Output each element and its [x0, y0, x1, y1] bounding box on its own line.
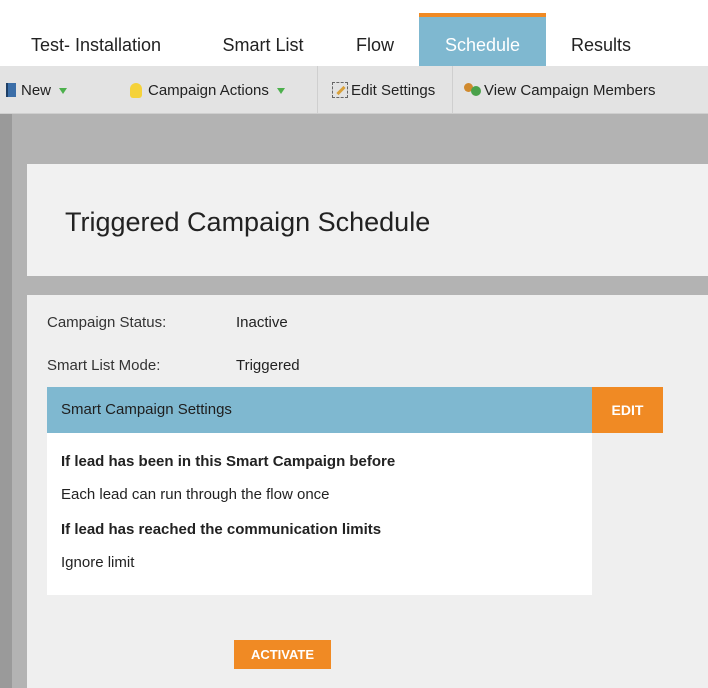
setting-rule-value: Each lead can run through the flow once	[61, 486, 330, 503]
setting-limit-heading: If lead has reached the communication li…	[61, 521, 382, 538]
dropdown-arrow-icon	[59, 88, 68, 94]
toolbar: New Campaign Actions Edit Settings View …	[0, 66, 708, 114]
tab-test-installation[interactable]: Test- Installation	[16, 13, 176, 66]
campaign-status-value: Inactive	[236, 314, 288, 331]
edit-settings-label: Edit Settings	[351, 81, 436, 99]
tab-flow[interactable]: Flow	[342, 13, 408, 66]
smart-campaign-settings-body: If lead has been in this Smart Campaign …	[47, 433, 592, 595]
campaign-actions-button[interactable]: Campaign Actions	[130, 66, 285, 114]
smart-campaign-settings-header: Smart Campaign Settings	[47, 387, 592, 433]
edit-button[interactable]: EDIT	[592, 387, 663, 433]
view-campaign-members-label: View Campaign Members	[484, 81, 656, 99]
people-icon	[464, 82, 482, 98]
activate-button[interactable]: ACTIVATE	[234, 640, 331, 669]
smart-list-mode-label: Smart List Mode:	[47, 357, 161, 374]
view-campaign-members-button[interactable]: View Campaign Members	[464, 66, 655, 114]
left-stripe	[0, 114, 12, 688]
tab-smart-list[interactable]: Smart List	[204, 13, 322, 66]
toolbar-divider	[452, 66, 453, 114]
notebook-icon	[6, 83, 16, 97]
setting-rule-heading: If lead has been in this Smart Campaign …	[61, 453, 396, 470]
pencil-edit-icon	[332, 82, 348, 98]
page-title: Triggered Campaign Schedule	[65, 207, 431, 237]
toolbar-divider	[317, 66, 318, 114]
dropdown-arrow-icon	[276, 88, 285, 94]
tab-bar: Test- Installation Smart List Flow Sched…	[0, 0, 708, 66]
tab-results[interactable]: Results	[556, 13, 646, 66]
smart-list-mode-value: Triggered	[236, 357, 300, 374]
new-menu-button[interactable]: New	[6, 66, 68, 114]
tab-schedule[interactable]: Schedule	[419, 13, 546, 66]
edit-settings-button[interactable]: Edit Settings	[332, 66, 435, 114]
lightbulb-icon	[130, 82, 142, 98]
title-card: Triggered Campaign Schedule	[27, 164, 708, 276]
setting-limit-value: Ignore limit	[61, 554, 135, 571]
campaign-status-label: Campaign Status:	[47, 314, 167, 331]
new-label: New	[21, 81, 52, 99]
campaign-actions-label: Campaign Actions	[148, 81, 269, 99]
